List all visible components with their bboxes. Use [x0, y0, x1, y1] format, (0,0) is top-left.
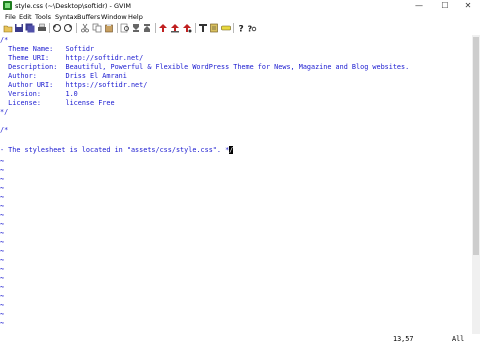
- copy-icon[interactable]: [92, 23, 102, 33]
- text-cursor: /: [229, 146, 234, 154]
- empty-line-marker: ~: [0, 175, 5, 183]
- paste-icon[interactable]: [104, 23, 114, 33]
- scroll-position: All: [452, 335, 465, 343]
- save-all-icon[interactable]: [25, 23, 35, 33]
- make-icon[interactable]: [198, 23, 208, 33]
- window-title: style.css (~\Desktop\softidr) - GVIM: [15, 2, 131, 10]
- empty-line-marker: ~: [0, 202, 5, 210]
- empty-line-marker: ~: [0, 220, 5, 228]
- find-replace-icon[interactable]: [120, 23, 130, 33]
- editor-text-area[interactable]: /* Theme Name: Softidr Theme URI: http:/…: [0, 35, 472, 336]
- menu-help[interactable]: Help: [128, 12, 143, 22]
- editor-line: Author: Driss El Amrani: [0, 72, 127, 80]
- find-prev-icon[interactable]: [142, 23, 152, 33]
- empty-line-marker: ~: [0, 292, 5, 300]
- editor-line: Theme Name: Softidr: [0, 45, 95, 53]
- open-icon[interactable]: [3, 23, 13, 33]
- menu-edit[interactable]: Edit: [19, 12, 32, 22]
- menu-bar: File Edit Tools Syntax Buffers Window He…: [0, 12, 480, 22]
- editor-line: Version: 1.0: [0, 90, 78, 98]
- empty-line-marker: ~: [0, 265, 5, 273]
- empty-line-marker: ~: [0, 301, 5, 309]
- empty-line-marker: ~: [0, 256, 5, 264]
- empty-line-marker: ~: [0, 247, 5, 255]
- load-session-icon[interactable]: [158, 23, 168, 33]
- editor-line: /*: [0, 36, 9, 44]
- empty-line-marker: ~: [0, 319, 5, 327]
- title-bar: style.css (~\Desktop\softidr) - GVIM — ☐…: [0, 0, 480, 12]
- editor-line: Author URI: https://softidr.net/: [0, 81, 148, 89]
- empty-line-marker: ~: [0, 238, 5, 246]
- save-session-icon[interactable]: [170, 23, 180, 33]
- editor-line: Description: Beautiful, Powerful & Flexi…: [0, 63, 410, 71]
- tag-jump-icon[interactable]: [221, 23, 231, 33]
- save-icon[interactable]: [14, 23, 24, 33]
- gvim-app-icon[interactable]: [3, 1, 12, 10]
- toolbar-separator: [49, 23, 50, 33]
- undo-icon[interactable]: [52, 23, 62, 33]
- menu-buffers[interactable]: Buffers: [77, 12, 100, 22]
- menu-file[interactable]: File: [5, 12, 16, 22]
- cursor-position: 13,57: [393, 335, 414, 343]
- svg-text:?: ?: [239, 25, 244, 34]
- toolbar-separator: [195, 23, 196, 33]
- menu-syntax[interactable]: Syntax: [55, 12, 77, 22]
- empty-line-marker: ~: [0, 166, 5, 174]
- empty-line-marker: ~: [0, 229, 5, 237]
- minimize-button[interactable]: —: [406, 0, 432, 12]
- cut-icon[interactable]: [80, 23, 90, 33]
- ruler-line: 13,57 All: [0, 334, 480, 347]
- editor-line: /*: [0, 126, 9, 134]
- toolbar: ? ?: [0, 22, 480, 35]
- redo-icon[interactable]: [63, 23, 73, 33]
- editor-line-text: - The stylesheet is located in "assets/c…: [0, 146, 230, 154]
- maximize-button[interactable]: ☐: [432, 0, 458, 12]
- find-next-icon[interactable]: [131, 23, 141, 33]
- empty-line-marker: ~: [0, 283, 5, 291]
- empty-line-marker: ~: [0, 310, 5, 318]
- scrollbar-thumb[interactable]: [473, 37, 479, 255]
- editor-line: */: [0, 108, 9, 116]
- menu-window[interactable]: Window: [101, 12, 127, 22]
- find-help-icon[interactable]: ?: [247, 23, 257, 33]
- toolbar-separator: [155, 23, 156, 33]
- svg-text:?: ?: [248, 25, 253, 34]
- empty-line-marker: ~: [0, 274, 5, 282]
- help-icon[interactable]: ?: [236, 23, 246, 34]
- empty-line-marker: ~: [0, 157, 5, 165]
- run-script-icon[interactable]: [182, 23, 192, 33]
- toolbar-separator: [233, 23, 234, 33]
- editor-line: Theme URI: http://softidr.net/: [0, 54, 144, 62]
- menu-tools[interactable]: Tools: [35, 12, 51, 22]
- empty-line-marker: ~: [0, 211, 5, 219]
- toolbar-separator: [117, 23, 118, 33]
- empty-line-marker: ~: [0, 184, 5, 192]
- editor-line: License: license Free: [0, 99, 115, 107]
- close-button[interactable]: ✕: [456, 0, 480, 12]
- editor-line-current: - The stylesheet is located in "assets/c…: [0, 146, 234, 155]
- empty-line-marker: ~: [0, 193, 5, 201]
- vertical-scrollbar[interactable]: [472, 35, 480, 336]
- toolbar-separator: [76, 23, 77, 33]
- print-icon[interactable]: [37, 23, 47, 33]
- run-ctags-icon[interactable]: [209, 23, 219, 33]
